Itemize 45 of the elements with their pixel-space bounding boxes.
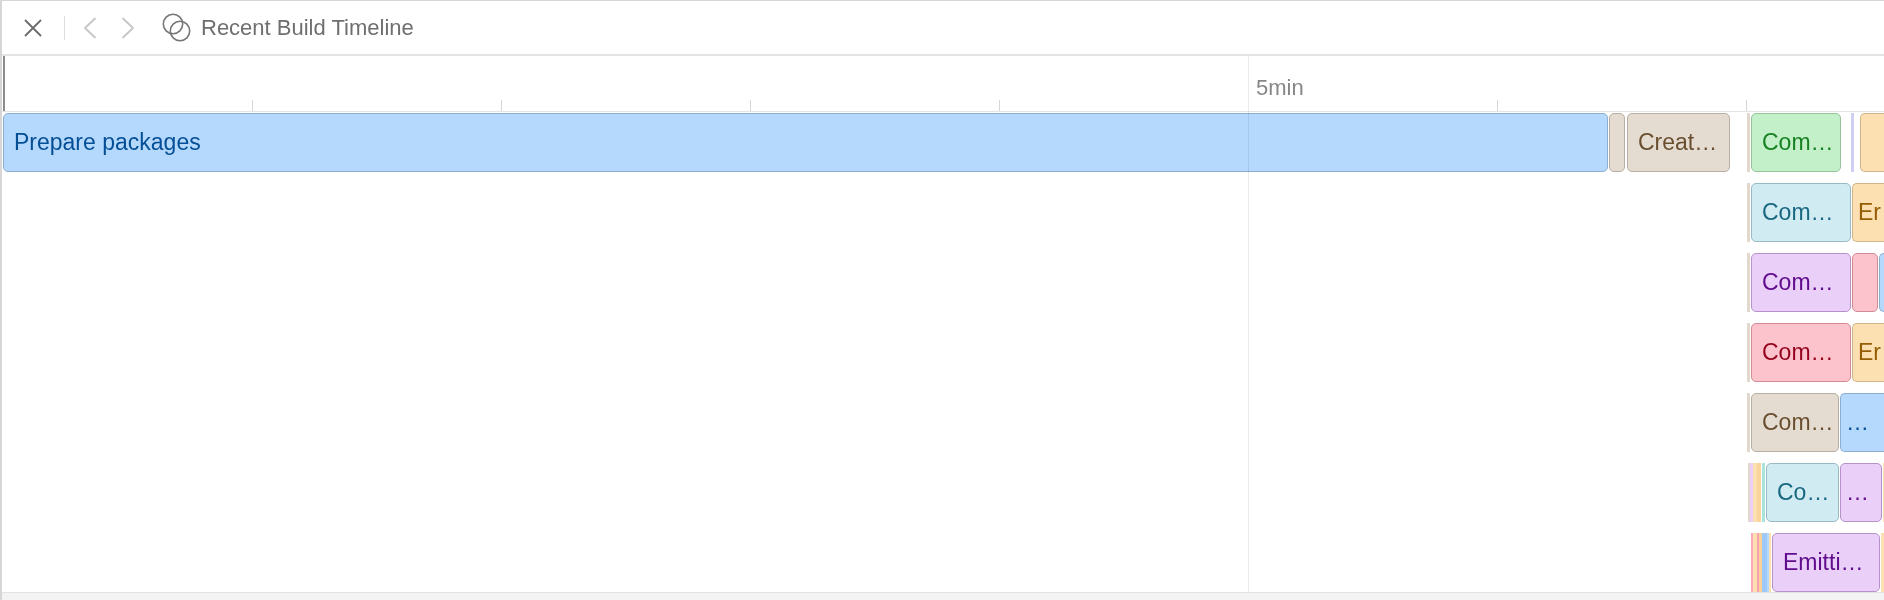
task-bar[interactable]	[1757, 463, 1761, 522]
overlapping-circles-icon	[162, 13, 191, 42]
chevron-left-icon	[83, 16, 97, 39]
task-bar[interactable]	[1860, 113, 1884, 172]
task-bar[interactable]: Prepare packages	[3, 113, 1608, 172]
task-bar[interactable]	[1609, 113, 1625, 172]
ruler-tick	[999, 100, 1000, 111]
ruler-tick	[252, 100, 253, 111]
task-bar[interactable]: Creat…	[1627, 113, 1730, 172]
task-bar[interactable]	[1759, 533, 1762, 592]
ruler-tick	[1746, 100, 1747, 111]
window-title: Recent Build Timeline	[201, 14, 414, 42]
task-bar[interactable]: Com…	[1751, 183, 1851, 242]
task-bar[interactable]	[1747, 113, 1750, 172]
time-label: 5min	[1256, 74, 1304, 102]
ruler-tick	[1497, 100, 1498, 111]
task-bar[interactable]	[1747, 253, 1750, 312]
task-bar[interactable]: Com…	[1751, 393, 1839, 452]
task-bar[interactable]	[1750, 463, 1753, 522]
chevron-right-icon	[121, 16, 135, 39]
task-bar[interactable]	[1879, 253, 1884, 312]
task-bar[interactable]: …	[1840, 463, 1882, 522]
task-bar[interactable]	[1747, 323, 1750, 382]
scrollbar-track[interactable]	[2, 592, 1884, 600]
task-bar[interactable]	[1753, 463, 1757, 522]
task-bar[interactable]	[1747, 183, 1750, 242]
ruler-tick	[501, 100, 502, 111]
task-bar[interactable]	[1881, 533, 1884, 592]
task-bar[interactable]	[1747, 393, 1750, 452]
task-bar[interactable]: Er	[1852, 183, 1884, 242]
task-bar[interactable]: Co…	[1766, 463, 1839, 522]
task-bar[interactable]: …	[1840, 393, 1884, 452]
ruler-tick	[750, 100, 751, 111]
close-icon	[24, 18, 42, 37]
task-bar[interactable]: Com…	[1751, 253, 1851, 312]
task-bar[interactable]: Emitti…	[1772, 533, 1880, 592]
task-bar[interactable]: Er	[1852, 323, 1884, 382]
task-bar[interactable]	[1762, 533, 1767, 592]
task-bar[interactable]	[1852, 253, 1878, 312]
task-bar[interactable]: Com…	[1751, 323, 1851, 382]
task-bar[interactable]	[1851, 113, 1854, 172]
task-bar[interactable]	[1762, 463, 1765, 522]
task-bar[interactable]: Com…	[1751, 113, 1841, 172]
start-marker	[3, 56, 5, 111]
task-bar[interactable]	[1753, 533, 1757, 592]
